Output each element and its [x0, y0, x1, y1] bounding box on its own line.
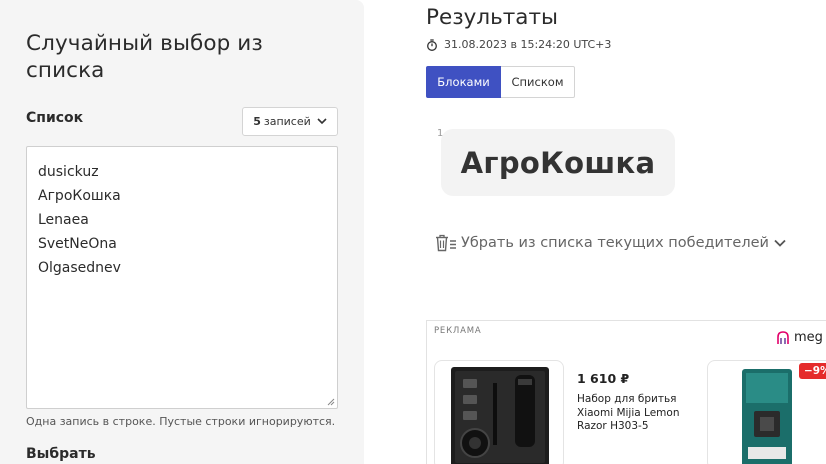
list-entry: dusickuz: [38, 164, 99, 180]
list-entry: Lenaea: [38, 212, 89, 228]
chevron-down-icon: [774, 239, 786, 247]
list-entry: SvetNeOna: [38, 236, 117, 252]
entries-count-dropdown[interactable]: 5 записей: [242, 107, 338, 136]
ad-label: РЕКЛАМА: [434, 326, 482, 336]
list-textarea[interactable]: dusickuz АгроКошка Lenaea SvetNeOna Olga…: [26, 146, 338, 409]
winner-name: АгроКошка: [460, 145, 656, 180]
results-timestamp: 31.08.2023 в 15:24:20 UTC+3: [426, 38, 611, 51]
remove-winners-label: Убрать из списка текущих победителей: [461, 235, 769, 251]
view-blocks-button[interactable]: Блоками: [426, 66, 501, 98]
resize-handle-icon[interactable]: [326, 397, 335, 406]
view-toggle: Блоками Списком: [426, 66, 575, 98]
stopwatch-icon: [427, 38, 437, 51]
discount-badge: −9%: [799, 363, 826, 379]
brand-logo-icon: [777, 330, 789, 344]
list-label: Список: [26, 110, 84, 126]
entries-count: 5: [253, 115, 261, 128]
winner-card: АгроКошка: [441, 129, 675, 196]
list-entry: АгроКошка: [38, 188, 121, 204]
ad-brand[interactable]: meg: [777, 330, 823, 345]
remove-winners-button[interactable]: Убрать из списка текущих победителей: [435, 234, 787, 252]
panel-title: Случайный выбор из списка: [26, 31, 263, 83]
settings-panel: Случайный выбор из списка Список 5 запис…: [0, 0, 364, 464]
trash-icon: [436, 234, 456, 252]
entries-suffix: записей: [263, 115, 311, 128]
list-hint: Одна запись в строке. Пустые строки игно…: [26, 415, 336, 428]
chevron-down-icon: [317, 118, 327, 125]
list-entry: Olgasednev: [38, 260, 121, 276]
ad-brand-name: meg: [794, 330, 823, 345]
ad-block[interactable]: РЕКЛАМА meg 1 610 ₽ Набор для бритья Xia…: [426, 320, 826, 464]
product-name[interactable]: Набор для бритья Xiaomi Mijia Lemon Razo…: [577, 393, 695, 434]
razor-set-image: [451, 367, 549, 464]
product-image-razor-set[interactable]: [434, 360, 564, 464]
view-list-button[interactable]: Списком: [501, 66, 575, 98]
timestamp-text: 31.08.2023 в 15:24:20 UTC+3: [444, 38, 612, 51]
product-price: 1 610 ₽: [577, 371, 630, 386]
choose-label: Выбрать: [26, 446, 96, 462]
results-title: Результаты: [426, 5, 558, 30]
